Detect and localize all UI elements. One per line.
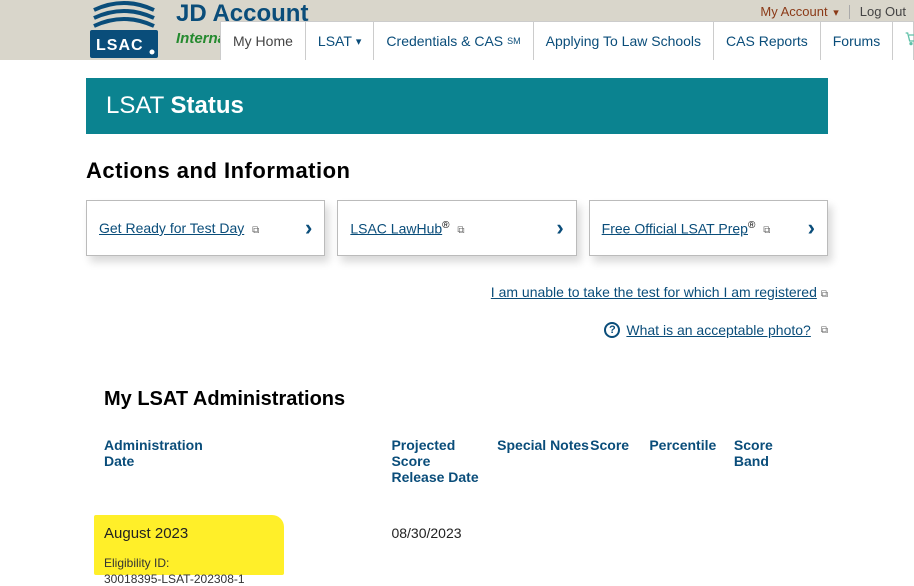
- table-header: Administration Date Projected Score Rele…: [104, 437, 810, 497]
- photo-link[interactable]: What is an acceptable photo?: [626, 322, 810, 338]
- status-prefix: LSAT: [106, 92, 170, 119]
- nav-cas-reports[interactable]: CAS Reports: [714, 22, 821, 60]
- nav-lsat[interactable]: LSAT ▾: [306, 22, 375, 60]
- main-nav: My Home LSAT ▾ Credentials & CASSM Apply…: [220, 21, 914, 60]
- question-icon: ?: [604, 322, 620, 338]
- admin-date: August 2023: [104, 525, 391, 542]
- chevron-right-icon: ›: [305, 215, 312, 241]
- col-percentile: Percentile: [649, 437, 734, 485]
- svg-text:LSAC: LSAC: [96, 37, 144, 54]
- external-link-icon: ⧉: [821, 325, 828, 336]
- col-special-notes: Special Notes: [497, 437, 590, 485]
- cart-icon: [905, 32, 914, 50]
- top-right-links: My Account ▾ Log Out: [760, 4, 906, 19]
- action-cards: Get Ready for Test Day ⧉ › LSAC LawHub® …: [86, 200, 828, 256]
- col-score: Score: [590, 437, 649, 485]
- nav-my-home[interactable]: My Home: [221, 22, 306, 60]
- administrations-table: Administration Date Projected Score Rele…: [86, 437, 828, 586]
- nav-forums[interactable]: Forums: [821, 22, 893, 60]
- chevron-down-icon: ▾: [833, 6, 839, 19]
- right-links: I am unable to take the test for which I…: [86, 284, 828, 338]
- chevron-down-icon: ▾: [356, 35, 362, 48]
- col-score-band: Score Band: [734, 437, 810, 485]
- content: Actions and Information Get Ready for Te…: [0, 158, 914, 586]
- status-bar: LSAT Status: [86, 78, 828, 134]
- cell-projected: 08/30/2023: [391, 525, 497, 541]
- eligibility-id: 30018395-LSAT-202308-1: [104, 572, 391, 586]
- lsac-logo: LSAC: [86, 0, 162, 60]
- external-link-icon: ⧉: [457, 225, 464, 236]
- card-lawhub[interactable]: LSAC LawHub® ⧉ ›: [337, 200, 576, 256]
- card-free-prep[interactable]: Free Official LSAT Prep® ⧉ ›: [589, 200, 828, 256]
- nav-credentials[interactable]: Credentials & CASSM: [374, 22, 533, 60]
- top-bar: LSAC JD Account Internal User My Account…: [0, 0, 914, 60]
- external-link-icon: ⧉: [252, 225, 259, 236]
- nav-cart[interactable]: Cart 0: [893, 22, 914, 60]
- external-link-icon: ⧉: [821, 289, 828, 300]
- table-row: August 2023 Eligibility ID: 30018395-LSA…: [104, 497, 810, 586]
- chevron-right-icon: ›: [556, 215, 563, 241]
- status-word: Status: [170, 92, 243, 119]
- eligibility-label: Eligibility ID:: [104, 556, 391, 570]
- col-admin-date: Administration Date: [104, 437, 391, 485]
- log-out-link[interactable]: Log Out: [860, 4, 906, 19]
- my-account-link[interactable]: My Account ▾: [760, 4, 838, 19]
- cell-admin: August 2023 Eligibility ID: 30018395-LSA…: [104, 525, 391, 586]
- unable-link[interactable]: I am unable to take the test for which I…: [491, 284, 817, 300]
- col-projected: Projected Score Release Date: [391, 437, 497, 485]
- divider: [849, 5, 850, 19]
- nav-applying[interactable]: Applying To Law Schools: [534, 22, 714, 60]
- external-link-icon: ⧉: [763, 225, 770, 236]
- administrations-heading: My LSAT Administrations: [104, 388, 828, 411]
- actions-heading: Actions and Information: [86, 158, 828, 184]
- card-test-day[interactable]: Get Ready for Test Day ⧉ ›: [86, 200, 325, 256]
- chevron-right-icon: ›: [808, 215, 815, 241]
